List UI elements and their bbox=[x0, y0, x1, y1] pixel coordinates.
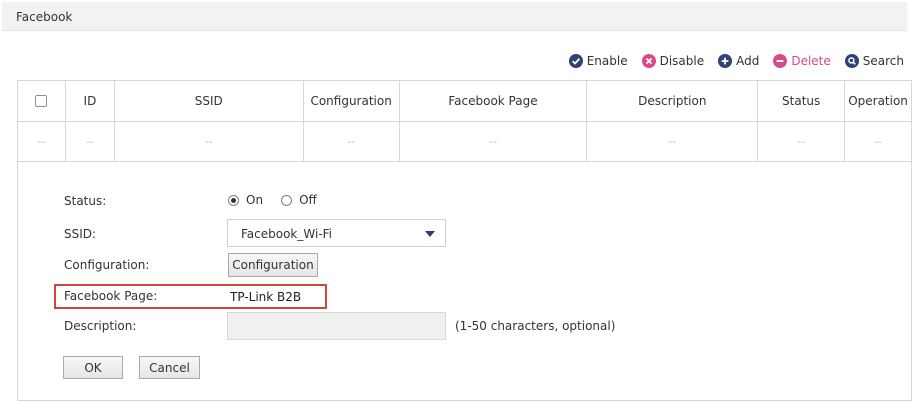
table-row: -- -- -- -- -- -- -- -- bbox=[18, 121, 912, 162]
column-header-facebook-page[interactable]: Facebook Page bbox=[400, 81, 588, 121]
select-all-cell[interactable] bbox=[18, 81, 66, 121]
disable-label: Disable bbox=[659, 54, 705, 68]
configuration-button[interactable]: Configuration bbox=[228, 253, 318, 277]
status-on-radio[interactable]: On bbox=[228, 193, 263, 207]
radio-selected-icon[interactable] bbox=[228, 194, 239, 206]
select-all-checkbox[interactable] bbox=[35, 95, 48, 107]
ssid-label: SSID: bbox=[64, 227, 97, 241]
add-label: Add bbox=[736, 54, 760, 68]
ok-button[interactable]: OK bbox=[63, 356, 123, 379]
add-button[interactable]: Add bbox=[718, 54, 759, 68]
column-header-description[interactable]: Description bbox=[587, 81, 759, 121]
status-off-radio[interactable]: Off bbox=[281, 193, 317, 207]
column-header-operation[interactable]: Operation bbox=[845, 81, 912, 121]
search-button[interactable]: Search bbox=[844, 54, 904, 68]
delete-button[interactable]: Delete bbox=[773, 54, 831, 68]
cancel-button[interactable]: Cancel bbox=[139, 356, 200, 379]
table-cell: -- bbox=[303, 122, 400, 162]
table-cell: -- bbox=[114, 122, 304, 162]
x-circle-icon bbox=[641, 54, 656, 68]
minus-circle-icon bbox=[773, 54, 788, 68]
configuration-label: Configuration: bbox=[64, 258, 150, 272]
chevron-down-icon bbox=[425, 231, 435, 237]
facebook-page-label: Facebook Page: bbox=[64, 289, 158, 303]
status-label: Status: bbox=[64, 194, 107, 208]
edit-form-panel: Status: On Off SSID: Facebook_Wi-Fi Conf… bbox=[17, 162, 912, 401]
ssid-select[interactable]: Facebook_Wi-Fi bbox=[227, 219, 446, 247]
status-off-label: Off bbox=[299, 193, 317, 207]
ssid-selected-value: Facebook_Wi-Fi bbox=[241, 227, 333, 241]
search-icon bbox=[844, 54, 859, 68]
disable-button[interactable]: Disable bbox=[641, 54, 705, 68]
portal-table: ID SSID Configuration Facebook Page Desc… bbox=[17, 80, 912, 162]
description-field[interactable] bbox=[227, 312, 446, 340]
search-label: Search bbox=[862, 54, 904, 68]
delete-label: Delete bbox=[791, 54, 831, 68]
table-cell: -- bbox=[18, 122, 66, 162]
page-title-bar: Facebook bbox=[2, 2, 907, 31]
column-header-ssid[interactable]: SSID bbox=[115, 81, 304, 121]
description-label: Description: bbox=[64, 319, 137, 333]
check-circle-icon bbox=[568, 54, 583, 68]
status-radio-group: On Off bbox=[228, 193, 335, 207]
table-cell: -- bbox=[845, 122, 912, 162]
table-cell: -- bbox=[758, 122, 846, 162]
status-on-label: On bbox=[246, 193, 264, 207]
table-cell: -- bbox=[399, 122, 588, 162]
description-hint: (1-50 characters, optional) bbox=[455, 319, 616, 333]
page-title: Facebook bbox=[16, 10, 73, 24]
table-cell: -- bbox=[65, 122, 115, 162]
radio-unselected-icon[interactable] bbox=[281, 194, 293, 206]
column-header-id[interactable]: ID bbox=[66, 81, 115, 121]
plus-circle-icon bbox=[718, 54, 733, 68]
enable-label: Enable bbox=[586, 54, 628, 68]
column-header-status[interactable]: Status bbox=[758, 81, 846, 121]
table-toolbar: Enable Disable Add Delete Search bbox=[568, 53, 904, 69]
table-header-row: ID SSID Configuration Facebook Page Desc… bbox=[18, 81, 912, 121]
enable-button[interactable]: Enable bbox=[568, 54, 628, 68]
facebook-page-value[interactable]: TP-Link B2B bbox=[230, 290, 301, 304]
table-cell: -- bbox=[587, 122, 759, 162]
column-header-configuration[interactable]: Configuration bbox=[304, 81, 400, 121]
